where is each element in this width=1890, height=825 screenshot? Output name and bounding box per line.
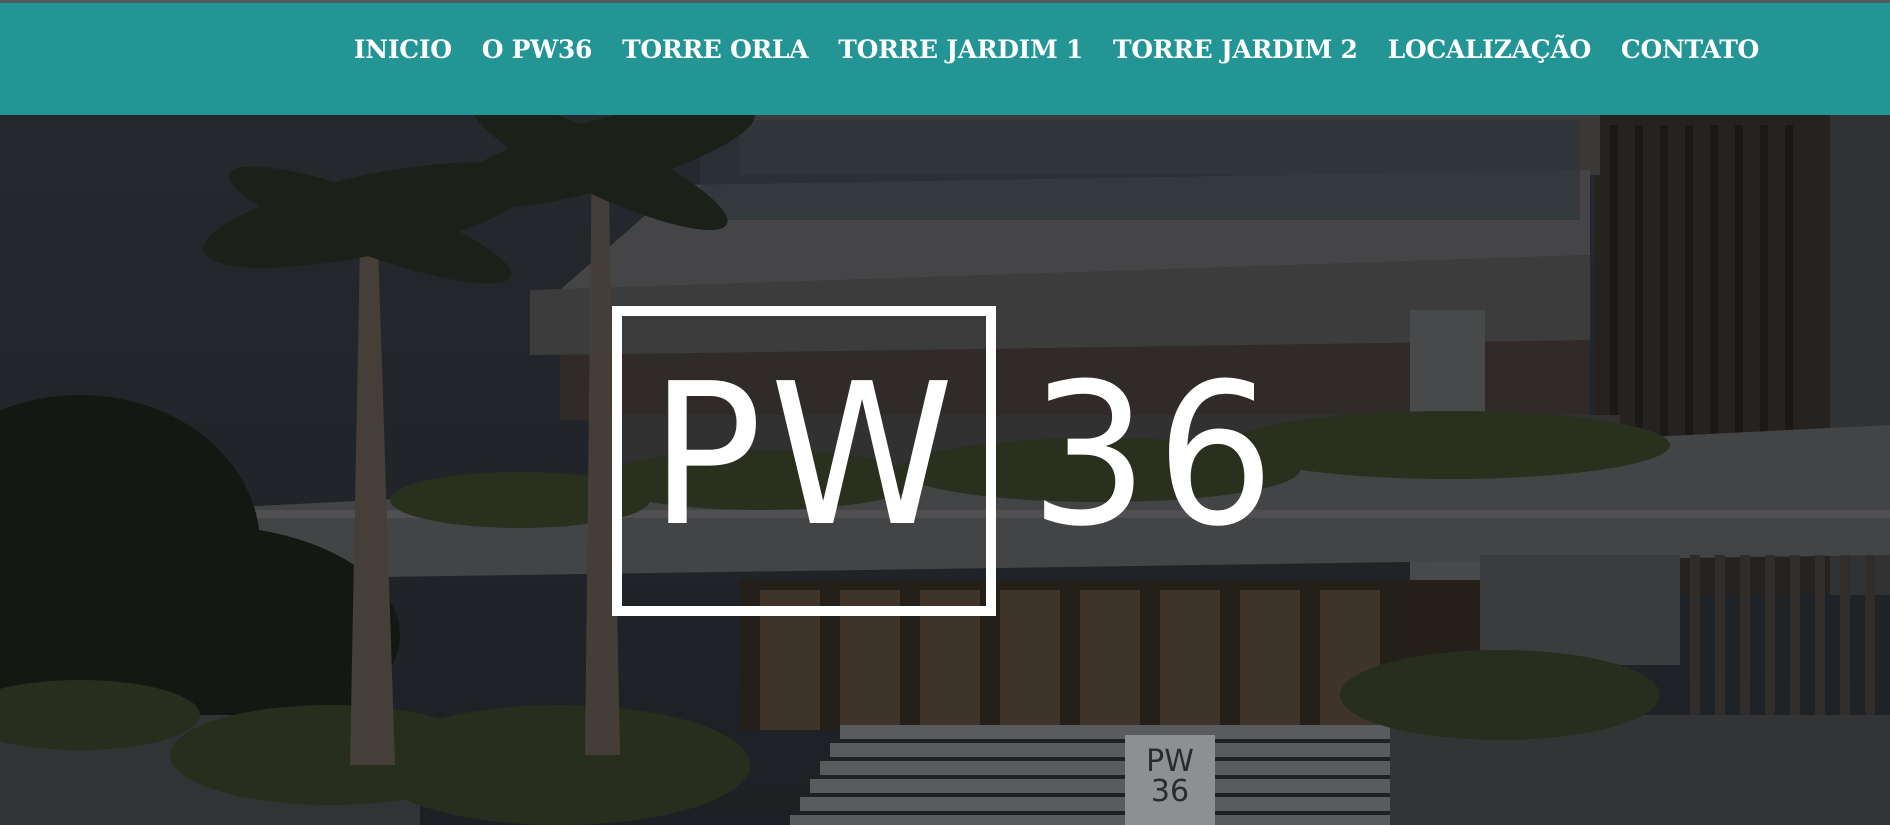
site-header: INICIO O PW36 TORRE ORLA TORRE JARDIM 1 … (0, 0, 1890, 115)
nav-item-torre-jardim-1[interactable]: TORRE JARDIM 1 (838, 35, 1083, 64)
nav-item-localizacao[interactable]: LOCALIZAÇÃO (1388, 35, 1592, 64)
hero-banner: PW 36 PW 36 (0, 115, 1890, 825)
nav-item-o-pw36[interactable]: O PW36 (482, 35, 593, 64)
sign-line-1: PW (1146, 744, 1194, 779)
sign-line-2: 36 (1150, 774, 1190, 809)
logo-text-right: 36 (1030, 342, 1283, 570)
logo-text-left: PW (650, 342, 962, 570)
nav-item-torre-jardim-2[interactable]: TORRE JARDIM 2 (1113, 35, 1358, 64)
logo-text: PW 36 (650, 358, 1282, 554)
main-nav: INICIO O PW36 TORRE ORLA TORRE JARDIM 1 … (324, 3, 1759, 95)
nav-item-torre-orla[interactable]: TORRE ORLA (622, 35, 809, 64)
nav-item-inicio[interactable]: INICIO (354, 35, 452, 64)
nav-item-contato[interactable]: CONTATO (1621, 35, 1759, 64)
entrance-sign: PW 36 (1125, 735, 1215, 825)
